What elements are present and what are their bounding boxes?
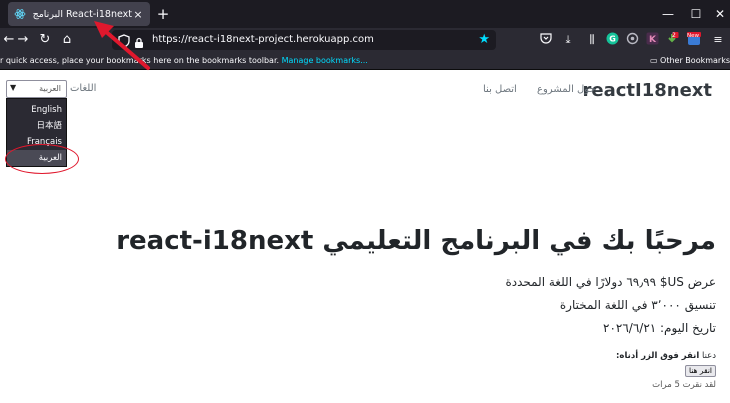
click-count-text: لقد نقرت 5 مرات bbox=[652, 380, 716, 390]
number-format-text: تنسيق ٣٬٠٠٠ في اللغة المختارة bbox=[559, 298, 716, 312]
bookmark-star-icon[interactable]: ★ bbox=[478, 30, 490, 50]
extension-badge-count: 2 bbox=[672, 32, 676, 39]
page-content: reactI18next حول المشروع اتصل بنا اللغات… bbox=[0, 70, 730, 403]
color-picker-extension-icon[interactable] bbox=[624, 32, 640, 48]
manage-bookmarks-link[interactable]: Manage bookmarks... bbox=[282, 56, 368, 65]
language-option-japanese[interactable]: 日本語 bbox=[7, 118, 66, 134]
offer-text: عرض US$ ٦٩٫٩٩ دولارًا في اللغة المحددة bbox=[505, 275, 716, 289]
languages-label: اللغات bbox=[70, 83, 97, 94]
instruction-text: دعنا انقر فوق الزر أدناه: bbox=[616, 351, 716, 361]
new-extension-icon[interactable]: New bbox=[686, 32, 702, 48]
library-icon[interactable]: ⫼ bbox=[584, 32, 600, 48]
active-tab[interactable]: React-i18next البرنامج التعليمي × bbox=[8, 2, 150, 26]
forward-arrow-icon[interactable]: → bbox=[14, 30, 32, 50]
download-helper-extension-icon[interactable]: 2 bbox=[664, 32, 680, 48]
lock-icon[interactable] bbox=[134, 34, 144, 53]
svg-text:K: K bbox=[649, 35, 657, 45]
minimize-window-icon[interactable]: — bbox=[658, 4, 678, 24]
language-select-value: العربية bbox=[39, 84, 61, 93]
grammarly-extension-icon[interactable]: G bbox=[604, 32, 620, 48]
page-heading: مرحبًا بك في البرنامج التعليمي react-i18… bbox=[116, 226, 716, 256]
svg-text:G: G bbox=[609, 34, 616, 43]
downloads-icon[interactable]: ⤓ bbox=[560, 32, 576, 48]
folder-icon: ▭ bbox=[649, 56, 658, 65]
reload-icon[interactable]: ↻ bbox=[36, 30, 54, 50]
k-extension-icon[interactable]: K bbox=[644, 32, 660, 48]
close-window-icon[interactable]: ✕ bbox=[710, 4, 730, 24]
new-badge: New bbox=[687, 33, 699, 39]
tab-title: React-i18next البرنامج التعليمي bbox=[32, 8, 132, 20]
instruction-prefix: دعنا bbox=[701, 351, 716, 361]
nav-contact-us[interactable]: اتصل بنا bbox=[483, 84, 517, 95]
language-option-english[interactable]: English bbox=[7, 102, 66, 118]
date-text: تاريخ اليوم: ٢٠٢٦/٦/٢١ bbox=[603, 321, 716, 335]
language-select[interactable]: ▼ العربية bbox=[6, 80, 67, 98]
chevron-down-icon: ▼ bbox=[10, 83, 17, 92]
maximize-window-icon[interactable]: ☐ bbox=[686, 4, 706, 24]
url-text[interactable]: https://react-i18next-project.herokuapp.… bbox=[152, 30, 374, 50]
pocket-icon[interactable] bbox=[538, 32, 554, 48]
new-tab-button[interactable]: + bbox=[155, 5, 171, 23]
react-favicon-icon bbox=[14, 8, 26, 20]
tracking-shield-icon[interactable] bbox=[118, 33, 130, 52]
navigation-toolbar: ← → ↻ ⌂ https://react-i18next-project.he… bbox=[0, 28, 730, 52]
other-bookmarks[interactable]: ▭ Other Bookmarks bbox=[650, 52, 730, 70]
tab-strip: React-i18next البرنامج التعليمي × + — ☐ … bbox=[0, 0, 730, 28]
nav-about-project[interactable]: حول المشروع bbox=[537, 84, 596, 95]
bookmarks-toolbar: r quick access, place your bookmarks her… bbox=[0, 52, 730, 70]
home-icon[interactable]: ⌂ bbox=[58, 30, 76, 50]
menu-hamburger-icon[interactable]: ≡ bbox=[710, 32, 726, 48]
tab-close-icon[interactable]: × bbox=[132, 8, 144, 21]
bookmarks-message-text: r quick access, place your bookmarks her… bbox=[0, 56, 280, 65]
other-bookmarks-label: Other Bookmarks bbox=[660, 56, 730, 65]
bookmarks-empty-message: r quick access, place your bookmarks her… bbox=[0, 52, 368, 70]
site-brand[interactable]: reactI18next bbox=[583, 80, 713, 101]
annotation-ellipse bbox=[5, 144, 79, 174]
instruction-bold: انقر فوق الزر أدناه: bbox=[616, 351, 700, 361]
address-bar[interactable]: https://react-i18next-project.herokuapp.… bbox=[112, 30, 496, 50]
click-here-button[interactable]: انقر هنا bbox=[685, 365, 716, 377]
